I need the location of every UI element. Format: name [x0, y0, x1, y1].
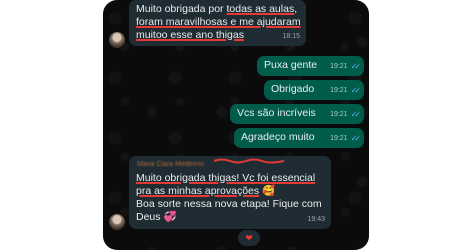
outgoing-message[interactable]: Agradeço muito 19:21 ✓✓ [234, 128, 364, 148]
message-time: 19:43 [307, 216, 325, 223]
message-text: Agradeço muito [241, 131, 315, 143]
double-check-icon: ✓✓ [350, 62, 362, 71]
message-line: foram maravilhosas e me ajudaram [136, 16, 301, 28]
outgoing-message[interactable]: Obrigado 19:21 ✓✓ [264, 80, 364, 100]
message-line: Muito obrigada por todas as aulas, [136, 3, 298, 15]
underlined-text: todas as aulas [226, 3, 295, 15]
smiling-face-with-hearts-icon: 🥰 [262, 185, 276, 197]
message-time: 19:21 ✓✓ [330, 110, 362, 119]
message-line: pra as minhas aprovações 🥰 [136, 185, 276, 197]
chat-window: Muito obrigada por todas as aulas, foram… [103, 0, 369, 250]
double-check-icon: ✓✓ [350, 86, 362, 95]
message-text: Obrigado [271, 83, 315, 95]
message-line: Boa sorte nessa nova etapa! Fique com [136, 198, 322, 210]
outgoing-message[interactable]: Vcs são incríveis 19:21 ✓✓ [230, 104, 364, 124]
message-line: muitoo esse ano thigas [136, 29, 244, 41]
avatar[interactable] [109, 32, 125, 48]
message-line: Deus 💞 [136, 211, 177, 223]
message-text: Vcs são incríveis [237, 107, 316, 119]
message-time: 18:15 [282, 33, 300, 40]
redaction-scribble [214, 158, 284, 164]
outgoing-message[interactable]: Puxa gente 19:21 ✓✓ [257, 56, 364, 76]
heart-reaction-icon[interactable]: ❤ [237, 229, 261, 247]
message-time: 19:21 ✓✓ [330, 86, 362, 95]
sender-name: Maria Clara Medeiros [137, 161, 204, 168]
avatar[interactable] [109, 214, 125, 230]
revolving-hearts-icon: 💞 [163, 211, 177, 223]
message-time: 19:21 ✓✓ [330, 134, 362, 143]
message-time: 19:21 ✓✓ [330, 62, 362, 71]
message-line: Muito obrigada thigas! Vc foi essencial [136, 172, 316, 184]
message-text: Puxa gente [264, 59, 318, 71]
double-check-icon: ✓✓ [350, 134, 362, 143]
incoming-message[interactable]: Maria Clara Medeiros Muito obrigada thig… [129, 156, 331, 229]
incoming-message[interactable]: Muito obrigada por todas as aulas, foram… [129, 0, 306, 46]
reaction-emoji: ❤ [245, 232, 253, 243]
double-check-icon: ✓✓ [350, 110, 362, 119]
